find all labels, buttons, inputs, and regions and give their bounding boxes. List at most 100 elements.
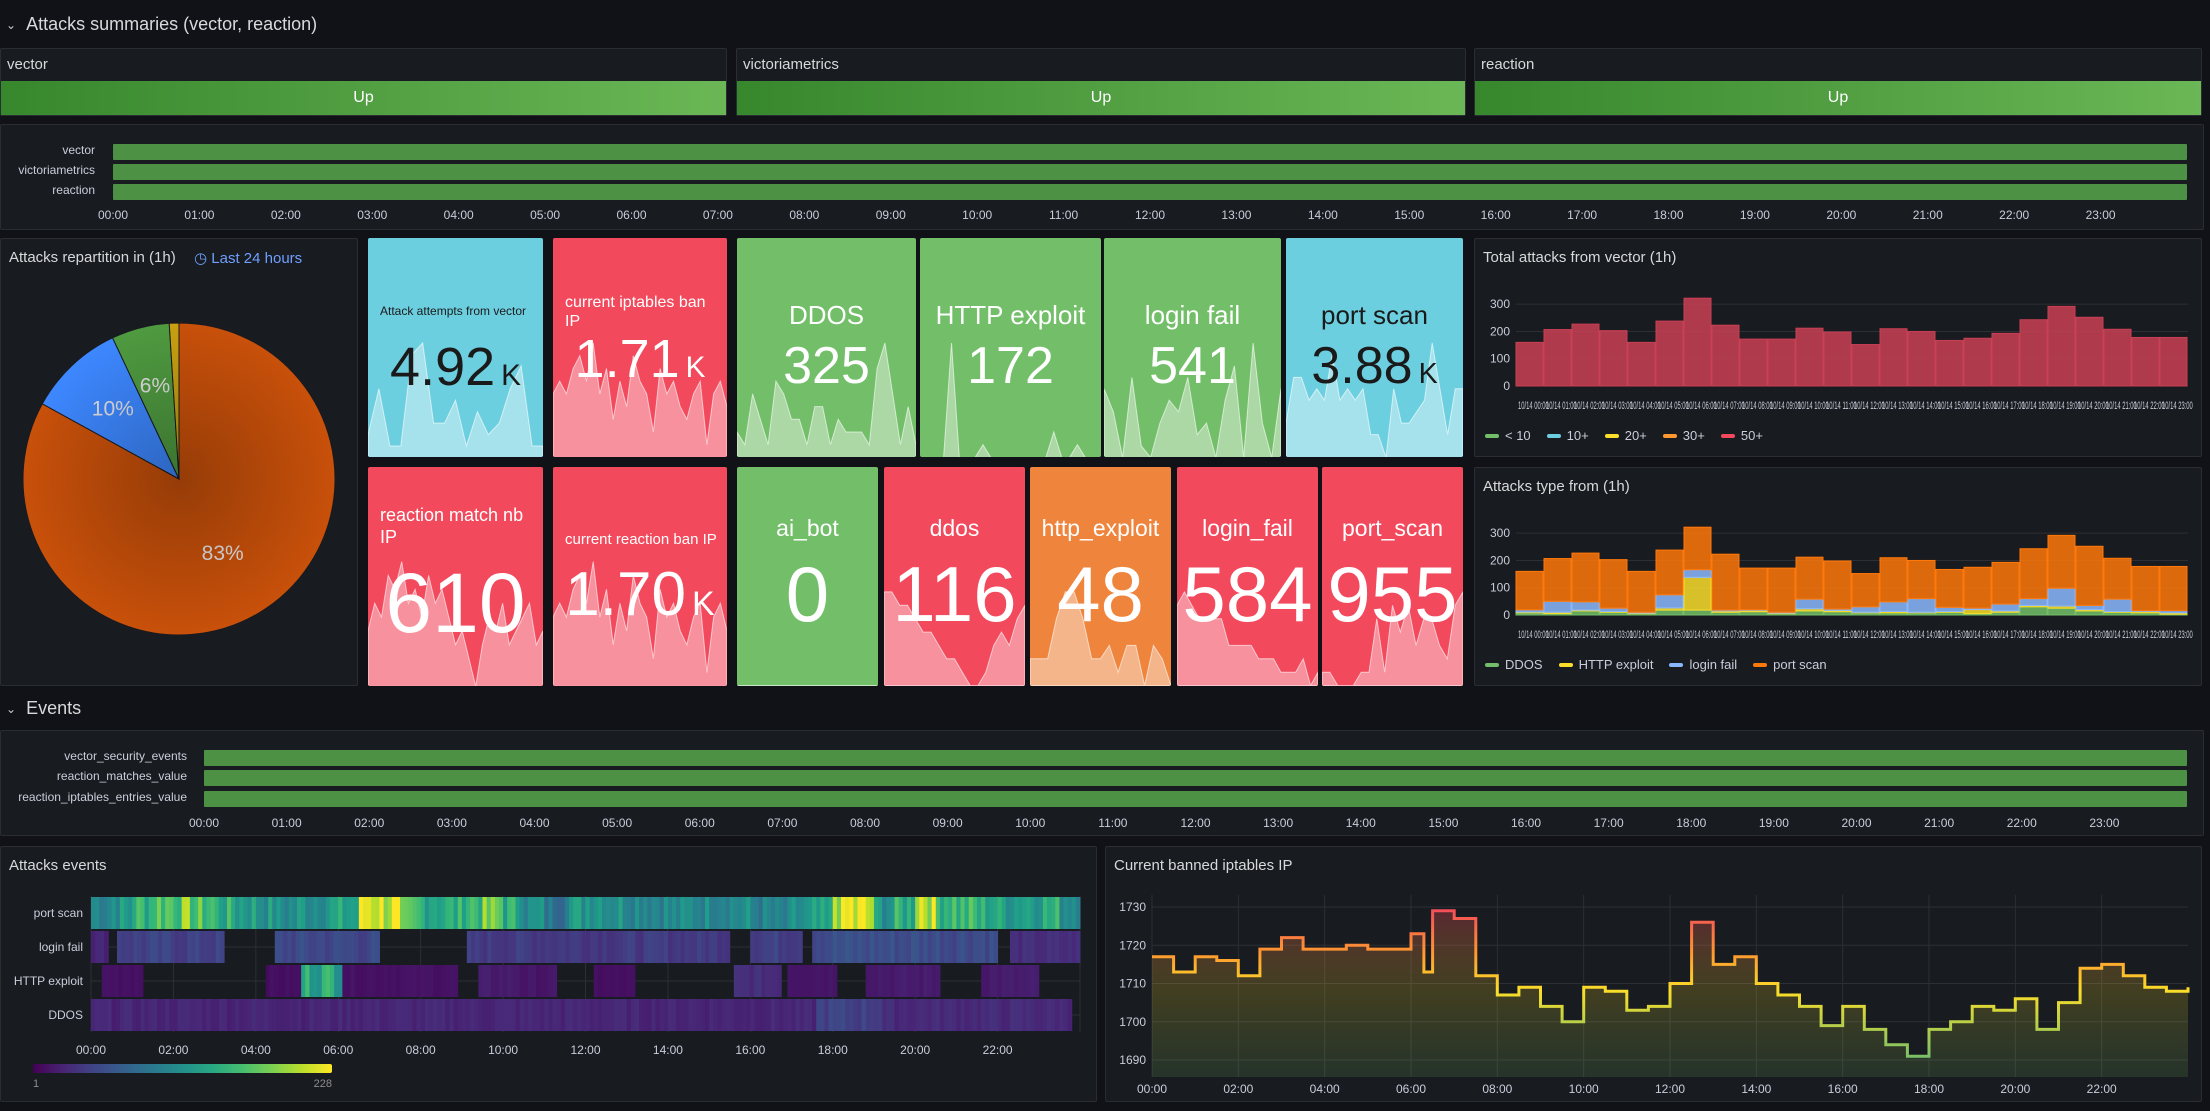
heatmap-cell[interactable] (483, 931, 488, 963)
heatmap-cell[interactable] (358, 931, 364, 963)
heatmap-cell[interactable] (515, 999, 521, 1031)
heatmap-cell[interactable] (745, 965, 751, 997)
heatmap-cell[interactable] (700, 931, 706, 963)
heatmap-cell[interactable] (696, 931, 702, 963)
heatmap-cell[interactable] (902, 897, 908, 929)
heatmap-cell[interactable] (99, 931, 105, 963)
heatmap-cell[interactable] (915, 931, 920, 963)
legend-item[interactable]: 10+ (1546, 428, 1589, 443)
heatmap-cell[interactable] (297, 999, 302, 1031)
heatmap-cell[interactable] (853, 897, 858, 929)
heatmap-cell[interactable] (725, 931, 731, 963)
heatmap-cell[interactable] (655, 931, 661, 963)
heatmap-cell[interactable] (869, 897, 875, 929)
heatmap-cell[interactable] (869, 931, 875, 963)
heatmap-cell[interactable] (610, 897, 615, 929)
heatmap-cell[interactable] (211, 931, 217, 963)
heatmap-cell[interactable] (219, 931, 225, 963)
bar[interactable] (1683, 569, 1712, 578)
heatmap-cell[interactable] (187, 931, 192, 963)
heatmap-cell[interactable] (590, 931, 595, 963)
heatmap-cell[interactable] (853, 999, 858, 1031)
heatmap-cell[interactable] (126, 965, 132, 997)
heatmap-cell[interactable] (338, 897, 343, 929)
heatmap-cell[interactable] (803, 897, 809, 929)
heatmap-cell[interactable] (622, 897, 628, 929)
heatmap-cell[interactable] (684, 931, 690, 963)
heatmap-cell[interactable] (333, 931, 339, 963)
heatmap-cell[interactable] (981, 999, 986, 1031)
heatmap-cell[interactable] (453, 897, 459, 929)
heatmap-cell[interactable] (993, 999, 999, 1031)
heatmap-cell[interactable] (287, 931, 293, 963)
heatmap-cell[interactable] (453, 965, 459, 997)
heatmap-cell[interactable] (309, 999, 315, 1031)
heatmap-cell[interactable] (123, 999, 129, 1031)
heatmap-cell[interactable] (285, 965, 290, 997)
heatmap-cell[interactable] (569, 897, 574, 929)
heatmap-cell[interactable] (886, 965, 891, 997)
bar[interactable] (1767, 338, 1796, 387)
heatmap-cell[interactable] (247, 897, 253, 929)
heatmap-cell[interactable] (651, 931, 657, 963)
heatmap-cell[interactable] (118, 965, 123, 997)
heatmap-cell[interactable] (532, 931, 538, 963)
heatmap-cell[interactable] (1071, 897, 1077, 929)
heatmap-cell[interactable] (478, 897, 483, 929)
heatmap-cell[interactable] (593, 965, 599, 997)
heatmap-cell[interactable] (1005, 897, 1011, 929)
heatmap-cell[interactable] (103, 931, 109, 963)
heatmap-cell[interactable] (346, 965, 352, 997)
heatmap-cell[interactable] (181, 999, 187, 1031)
heatmap-cell[interactable] (540, 931, 546, 963)
heatmap-cell[interactable] (631, 931, 636, 963)
heatmap-cell[interactable] (280, 999, 286, 1031)
heatmap-cell[interactable] (391, 965, 397, 997)
heatmap-cell[interactable] (606, 931, 612, 963)
heatmap-cell[interactable] (129, 931, 134, 963)
heatmap-cell[interactable] (737, 965, 743, 997)
heatmap-cell[interactable] (152, 897, 158, 929)
heatmap-cell[interactable] (849, 999, 854, 1031)
legend-item[interactable]: port scan (1753, 657, 1827, 672)
heatmap-cell[interactable] (194, 999, 199, 1031)
heatmap-cell[interactable] (383, 965, 389, 997)
timeline-bar[interactable] (113, 184, 2187, 200)
heatmap-cell[interactable] (101, 965, 107, 997)
heatmap-cell[interactable] (795, 965, 801, 997)
heatmap-cell[interactable] (581, 999, 586, 1031)
bar[interactable] (1795, 327, 1824, 387)
heatmap-cell[interactable] (573, 897, 578, 929)
heatmap-cell[interactable] (95, 897, 100, 929)
heatmap-cell[interactable] (264, 897, 269, 929)
heatmap-cell[interactable] (709, 897, 714, 929)
bar[interactable] (1935, 339, 1964, 387)
heatmap-cell[interactable] (906, 931, 912, 963)
heatmap-cell[interactable] (321, 965, 327, 997)
heatmap-cell[interactable] (915, 999, 920, 1031)
heatmap-cell[interactable] (330, 897, 335, 929)
bar[interactable] (1571, 323, 1600, 387)
heatmap-cell[interactable] (630, 897, 636, 929)
heatmap-cell[interactable] (486, 897, 492, 929)
heatmap-cell[interactable] (1001, 897, 1007, 929)
heatmap-cell[interactable] (437, 999, 442, 1031)
heatmap-cell[interactable] (808, 897, 813, 929)
heatmap-cell[interactable] (105, 965, 111, 997)
heatmap-cell[interactable] (622, 931, 628, 963)
heatmap-cell[interactable] (845, 999, 850, 1031)
heatmap-cell[interactable] (362, 931, 368, 963)
bar[interactable] (2159, 565, 2188, 612)
heatmap-cell[interactable] (272, 999, 277, 1031)
heatmap-cell[interactable] (313, 999, 319, 1031)
heatmap-cell[interactable] (911, 931, 916, 963)
heatmap-cell[interactable] (733, 897, 739, 929)
bar[interactable] (2103, 328, 2132, 387)
heatmap-cell[interactable] (325, 931, 330, 963)
heatmap-cell[interactable] (507, 931, 513, 963)
heatmap-cell[interactable] (622, 999, 628, 1031)
heatmap-cell[interactable] (400, 897, 405, 929)
heatmap-cell[interactable] (412, 965, 418, 997)
timeline-bar[interactable] (204, 791, 2187, 807)
heatmap-cell[interactable] (91, 931, 96, 963)
